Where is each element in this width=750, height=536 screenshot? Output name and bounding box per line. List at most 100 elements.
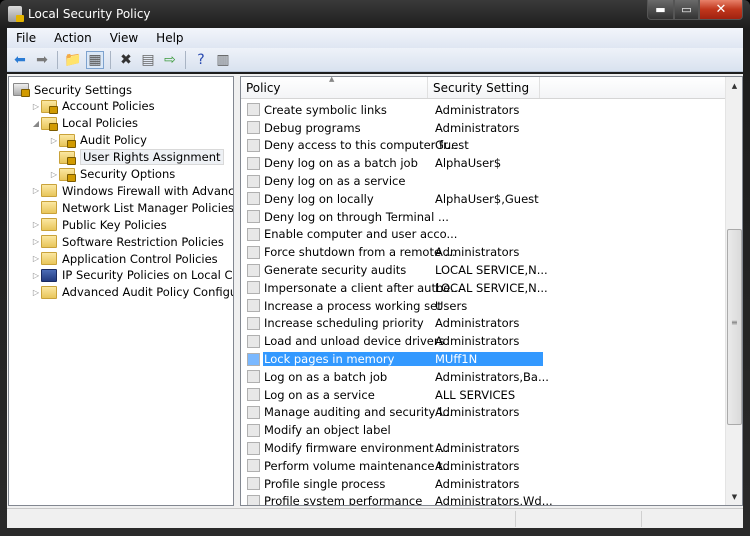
- table-row[interactable]: Create symbolic links Administrators: [241, 101, 543, 119]
- policy-name: Deny log on locally: [264, 191, 374, 206]
- tree-item[interactable]: ▷ Security Options: [49, 166, 175, 183]
- table-row[interactable]: Impersonate a client after authe... LOCAL…: [241, 279, 548, 297]
- policy-icon: [247, 192, 260, 206]
- table-row[interactable]: Debug programs Administrators: [241, 119, 543, 137]
- back-arrow-icon[interactable]: ⬅: [11, 51, 29, 69]
- tree-item[interactable]: ▷ IP Security Policies on Local Computer: [31, 267, 233, 284]
- forward-arrow-icon[interactable]: ➡: [33, 51, 51, 69]
- menu-help[interactable]: Help: [147, 31, 192, 45]
- security-setting: ALL SERVICES: [435, 387, 516, 402]
- menu-view[interactable]: View: [101, 31, 147, 45]
- tree-item-label: User Rights Assignment: [80, 149, 224, 166]
- policy-icon: [247, 477, 260, 491]
- policy-name: Create symbolic links: [264, 102, 387, 117]
- maximize-button[interactable]: ▭: [674, 0, 699, 20]
- help-icon[interactable]: ?: [192, 51, 210, 69]
- close-button[interactable]: ✕: [699, 0, 743, 20]
- policy-icon: [247, 156, 260, 170]
- network-policy-icon: [41, 268, 57, 282]
- policy-name: Impersonate a client after authe...: [264, 280, 462, 295]
- menu-action[interactable]: Action: [45, 31, 101, 45]
- table-row[interactable]: Perform volume maintenance t... Administr…: [241, 457, 543, 475]
- export-list-icon[interactable]: ⇨: [161, 51, 179, 69]
- security-setting: Administrators: [435, 102, 520, 117]
- expand-arrow-icon[interactable]: ◢: [31, 119, 41, 128]
- minimize-button[interactable]: ▬: [647, 0, 674, 20]
- scrollbar-thumb[interactable]: ≡: [727, 229, 742, 425]
- tree-item[interactable]: ▷ Account Policies: [31, 98, 155, 115]
- up-folder-icon[interactable]: 📁: [64, 51, 82, 69]
- expand-arrow-icon[interactable]: ▷: [31, 220, 41, 229]
- tree-item[interactable]: Network List Manager Policies: [31, 199, 233, 216]
- table-row[interactable]: Deny log on locally AlphaUser$,Guest: [241, 190, 543, 208]
- tree-item[interactable]: ▷ Public Key Policies: [31, 216, 167, 233]
- main-content: Security Settings ▷ Account Policies ◢ Local…: [7, 74, 743, 508]
- expand-arrow-icon[interactable]: ▷: [31, 271, 41, 280]
- table-row[interactable]: Force shutdown from a remote ... Administ…: [241, 243, 543, 261]
- toolbar-separator: [185, 50, 186, 69]
- table-row[interactable]: Deny access to this computer fr... Guest: [241, 137, 543, 155]
- title-bar: Local Security Policy: [8, 4, 151, 24]
- tree-item[interactable]: User Rights Assignment: [49, 149, 224, 166]
- scroll-down-arrow-icon[interactable]: ▼: [726, 488, 742, 505]
- table-row[interactable]: Manage auditing and security l... Adminis…: [241, 404, 543, 422]
- properties-icon[interactable]: ▤: [139, 51, 157, 69]
- table-row[interactable]: Increase scheduling priority Administrato…: [241, 315, 543, 333]
- table-row[interactable]: Deny log on as a service: [241, 172, 543, 190]
- tree-item[interactable]: ◢ Local Policies: [31, 115, 138, 132]
- policy-name: Modify firmware environment ...: [264, 441, 449, 456]
- policy-name: Debug programs: [264, 120, 361, 135]
- expand-arrow-icon[interactable]: ▷: [49, 170, 59, 179]
- table-row[interactable]: Deny log on as a batch job AlphaUser$: [241, 154, 543, 172]
- expand-arrow-icon[interactable]: ▷: [31, 254, 41, 263]
- table-row[interactable]: Log on as a service ALL SERVICES: [241, 386, 543, 404]
- policy-icon: [247, 459, 260, 473]
- tree-item[interactable]: ▷ Audit Policy: [49, 132, 147, 149]
- expand-arrow-icon[interactable]: ▷: [49, 136, 59, 145]
- vertical-scrollbar[interactable]: ▲ ≡ ▼: [725, 77, 742, 505]
- policy-name: Manage auditing and security l...: [264, 405, 454, 420]
- tree-item[interactable]: ▷ Application Control Policies: [31, 250, 218, 267]
- table-row[interactable]: Modify an object label: [241, 421, 543, 439]
- expand-arrow-icon[interactable]: ▷: [31, 237, 41, 246]
- table-row[interactable]: Load and unload device drivers Administra…: [241, 332, 543, 350]
- column-header-security-setting[interactable]: Security Setting: [428, 77, 540, 98]
- action-pane-icon[interactable]: ▥: [214, 51, 232, 69]
- table-row[interactable]: Profile single process Administrators: [241, 475, 543, 493]
- column-header-policy[interactable]: Policy ▲: [241, 77, 428, 98]
- tree-item[interactable]: ▷ Software Restriction Policies: [31, 233, 224, 250]
- folder-icon: [41, 184, 57, 198]
- table-row[interactable]: Lock pages in memory MUff1N: [241, 350, 543, 368]
- tree-item[interactable]: Security Settings: [13, 81, 132, 98]
- table-row[interactable]: Deny log on through Terminal ...: [241, 208, 543, 226]
- expand-arrow-icon[interactable]: ▷: [31, 102, 41, 111]
- tree-item-label: Windows Firewall with Advanced Security: [62, 183, 234, 198]
- security-setting: Administrators: [435, 458, 520, 473]
- table-row[interactable]: Generate security audits LOCAL SERVICE,N.…: [241, 261, 548, 279]
- security-setting: Administrators: [435, 476, 520, 491]
- security-setting: Administrators: [435, 334, 520, 349]
- expand-arrow-icon[interactable]: ▷: [31, 288, 41, 297]
- policy-name: Increase scheduling priority: [264, 316, 424, 331]
- table-row[interactable]: Profile system performance Administrators…: [241, 493, 553, 505]
- folder-icon: [41, 285, 57, 299]
- folder-icon: [41, 201, 57, 215]
- table-row[interactable]: Increase a process working set Users: [241, 297, 543, 315]
- table-row[interactable]: Log on as a batch job Administrators,Ba..…: [241, 368, 549, 386]
- scroll-up-arrow-icon[interactable]: ▲: [726, 77, 742, 94]
- tree-item[interactable]: ▷ Advanced Audit Policy Configuration: [31, 284, 233, 301]
- menu-file[interactable]: File: [7, 31, 45, 45]
- policy-icon: [247, 121, 260, 135]
- security-setting: LOCAL SERVICE,N...: [435, 263, 548, 278]
- delete-icon[interactable]: ✖: [117, 51, 135, 69]
- table-row[interactable]: Enable computer and user acco...: [241, 226, 543, 244]
- table-row[interactable]: Modify firmware environment ... Administr…: [241, 439, 543, 457]
- expand-arrow-icon[interactable]: ▷: [31, 186, 41, 195]
- folder-icon: [41, 218, 57, 232]
- security-setting: LOCAL SERVICE,N...: [435, 280, 548, 295]
- security-setting: Administrators: [435, 405, 520, 420]
- policy-name: Force shutdown from a remote ...: [264, 245, 456, 260]
- show-hide-tree-icon[interactable]: ▦: [86, 50, 104, 69]
- tree-item[interactable]: ▷ Windows Firewall with Advanced Security: [31, 182, 234, 199]
- policy-icon: [247, 334, 260, 348]
